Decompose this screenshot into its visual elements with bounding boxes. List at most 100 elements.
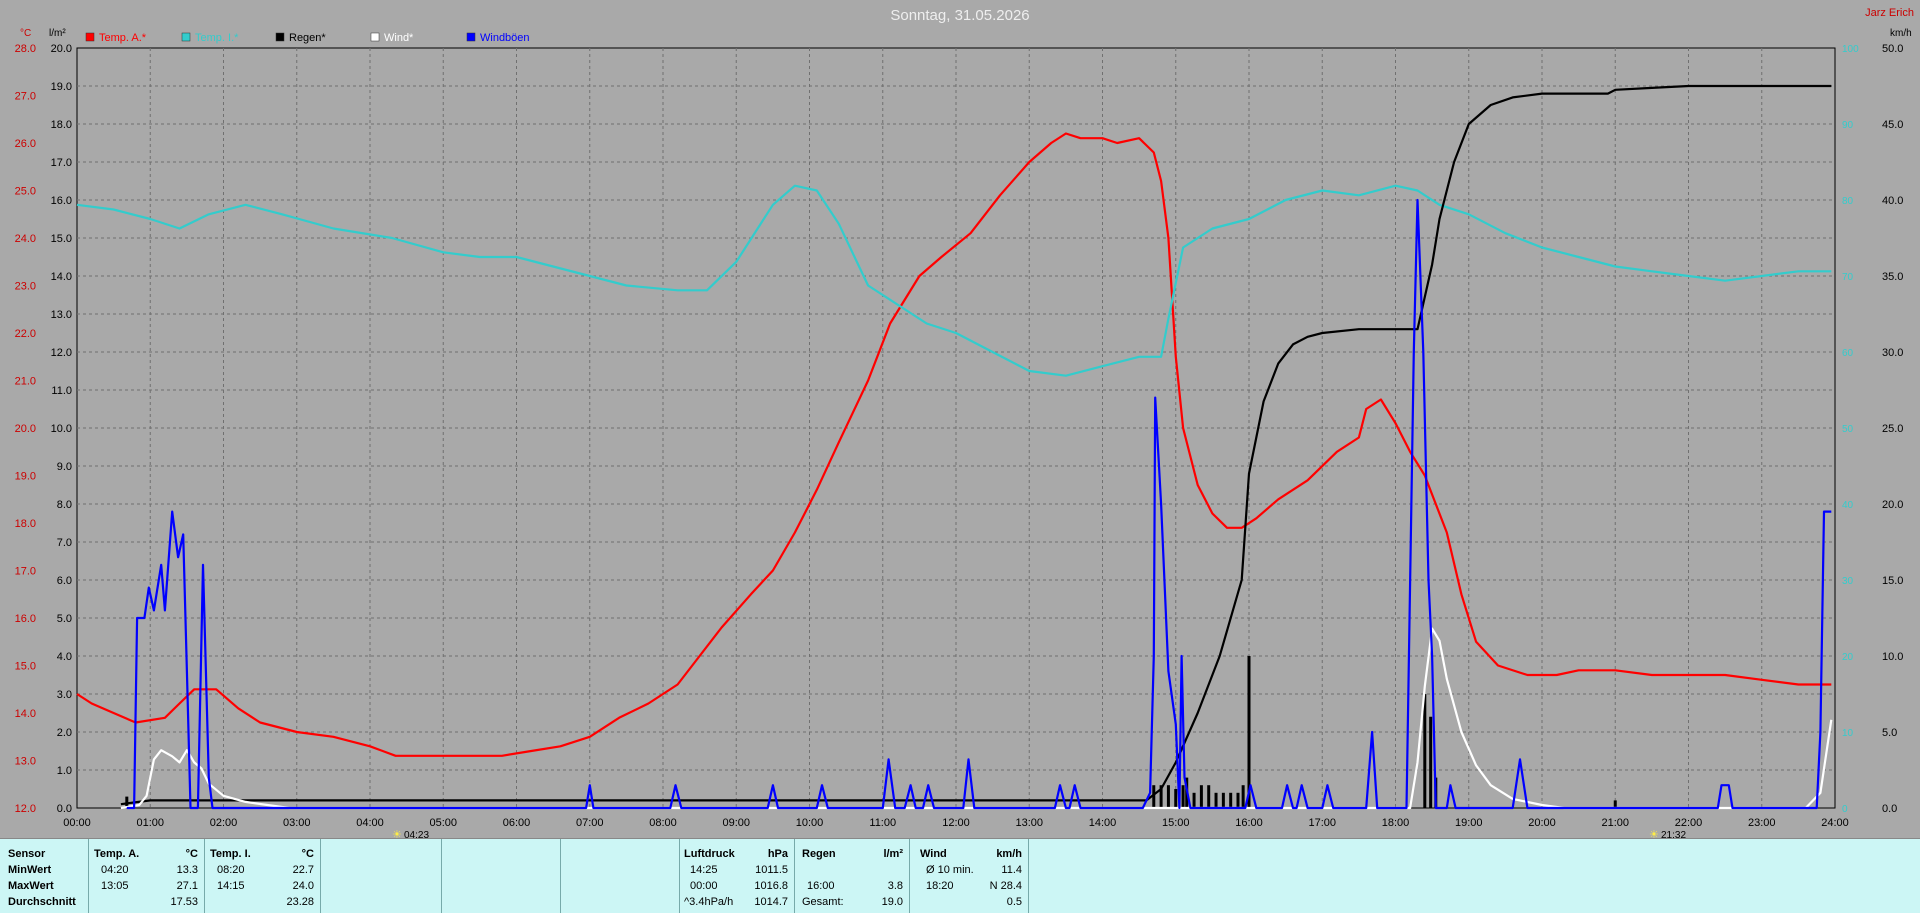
x-tick-label: 04:00 <box>356 817 384 829</box>
rate-axis: 0 10 20 30 40 50 60 70 80 90 100 <box>1842 44 1859 815</box>
rain-tick-label: 19.0 <box>51 81 72 93</box>
wind-axis: 0.0 5.0 10.0 15.0 20.0 25.0 30.0 35.0 40.0 45.0 50… <box>1882 43 1903 815</box>
legend-item: Temp. I.* <box>181 32 239 44</box>
temp-axis-unit: °C <box>20 28 31 39</box>
stats-wind-unit: km/h <box>996 848 1022 860</box>
rain-tick-label: 9.0 <box>57 461 72 473</box>
x-tick-label: 17:00 <box>1308 817 1336 829</box>
x-tick-label: 08:00 <box>649 817 677 829</box>
rate-tick-label: 10 <box>1842 728 1854 739</box>
wind-tick-label: 0.0 <box>1882 803 1897 815</box>
stats-col-temp-a: Temp. A. °C 04:20 13.3 13:05 27.1 17.53 <box>89 839 205 913</box>
temp-tick-label: 15.0 <box>15 661 36 673</box>
sunrise-marker: ☀ 04:23 <box>392 829 429 838</box>
x-tick-label: 15:00 <box>1162 817 1190 829</box>
rain-tick-label: 17.0 <box>51 157 72 169</box>
x-tick-label: 01:00 <box>136 817 164 829</box>
x-tick-label: 09:00 <box>722 817 750 829</box>
rain-tick-label: 14.0 <box>51 271 72 283</box>
rain-tick-label: 20.0 <box>51 43 72 55</box>
rain-tick-label: 16.0 <box>51 195 72 207</box>
stats-value: 0.5 <box>1006 896 1022 908</box>
rate-tick-label: 0 <box>1842 804 1848 815</box>
wind-tick-label: 15.0 <box>1882 575 1903 587</box>
wind-tick-label: 45.0 <box>1882 119 1903 131</box>
x-tick-label: 13:00 <box>1015 817 1043 829</box>
rain-axis: 0.0 1.0 2.0 3.0 4.0 5.0 6.0 7.0 8.0 9.0 10.0 11.0 12… <box>51 43 72 815</box>
wind-axis-unit: km/h <box>1890 28 1912 39</box>
stats-value: 22.7 <box>292 864 314 876</box>
stats-value: 18:20 <box>926 880 954 892</box>
stats-value: 3.8 <box>887 880 903 892</box>
legend-swatch <box>181 32 191 42</box>
rate-tick-label: 70 <box>1842 272 1854 283</box>
legend: Temp. A.* Temp. I.* Regen* Wind* Windböen <box>85 32 530 44</box>
stats-value: 11.4 <box>1001 864 1022 876</box>
rain-tick-label: 0.0 <box>57 803 72 815</box>
rain-tick-label: 13.0 <box>51 309 72 321</box>
stats-sensor-header: Sensor <box>8 848 46 860</box>
sunset-label: 21:32 <box>1661 830 1686 838</box>
wind-tick-label: 50.0 <box>1882 43 1903 55</box>
legend-swatch <box>370 32 380 42</box>
stats-value: 27.1 <box>176 880 198 892</box>
sun-icon: ☀ <box>1649 829 1659 838</box>
legend-swatch <box>275 32 285 42</box>
temp-tick-label: 17.0 <box>15 566 36 578</box>
stats-value: Ø 10 min. <box>926 864 974 876</box>
rain-tick-label: 15.0 <box>51 233 72 245</box>
stats-value: 14:15 <box>217 880 245 892</box>
stats-panel: Sensor MinWert MaxWert Durchschnitt Temp… <box>0 838 1920 913</box>
stats-col-regen: Regen l/m² 16:00 3.8 Gesamt: 19.0 <box>795 839 910 913</box>
rate-tick-label: 90 <box>1842 120 1854 131</box>
stats-value: 04:20 <box>101 864 129 876</box>
stats-temp-a-header: Temp. A. <box>94 848 140 860</box>
weather-chart: 12.0 13.0 14.0 15.0 16.0 17.0 18.0 19.0 20.0 21.0… <box>15 7 1914 838</box>
rate-tick-label: 80 <box>1842 196 1854 207</box>
stats-value: 13.3 <box>176 864 198 876</box>
legend-label: Windböen <box>480 32 530 44</box>
wind-tick-label: 35.0 <box>1882 271 1903 283</box>
temp-tick-label: 18.0 <box>15 518 36 530</box>
legend-label: Temp. I.* <box>195 32 239 44</box>
x-tick-label: 05:00 <box>429 817 457 829</box>
stats-col-temp-i: Temp. I. °C 08:20 22.7 14:15 24.0 23.28 <box>205 839 321 913</box>
rate-tick-label: 30 <box>1842 576 1854 587</box>
legend-swatch <box>85 32 95 42</box>
stats-col-empty <box>442 839 561 913</box>
stats-row-max: MaxWert <box>8 880 54 892</box>
x-tick-label: 07:00 <box>576 817 604 829</box>
rain-tick-label: 7.0 <box>57 537 72 549</box>
stats-value: 17.53 <box>170 896 198 908</box>
stats-luftdruck-unit: hPa <box>767 848 788 860</box>
rate-tick-label: 20 <box>1842 652 1854 663</box>
x-tick-label: 02:00 <box>210 817 238 829</box>
x-tick-label: 24:00 <box>1821 817 1849 829</box>
temp-tick-label: 12.0 <box>15 803 36 815</box>
stats-temp-i-header: Temp. I. <box>210 848 251 860</box>
stats-temp-a-unit: °C <box>185 848 198 860</box>
chart-title: Sonntag, 31.05.2026 <box>890 7 1029 24</box>
stats-luftdruck-header: Luftdruck <box>684 848 735 860</box>
stats-value: ^3.4hPa/h <box>684 896 734 908</box>
legend-item: Windböen <box>466 32 530 44</box>
author-label: Jarz Erich <box>1865 7 1914 19</box>
rain-tick-label: 12.0 <box>51 347 72 359</box>
x-tick-label: 16:00 <box>1235 817 1263 829</box>
temp-tick-label: 16.0 <box>15 613 36 625</box>
stats-value: 24.0 <box>292 880 314 892</box>
rain-tick-label: 6.0 <box>57 575 72 587</box>
temp-tick-label: 24.0 <box>15 233 36 245</box>
x-tick-label: 21:00 <box>1601 817 1629 829</box>
legend-swatch <box>466 32 476 42</box>
rate-tick-label: 50 <box>1842 424 1854 435</box>
stats-wind-header: Wind <box>920 848 947 860</box>
legend-label: Regen* <box>289 32 326 44</box>
rain-tick-label: 5.0 <box>57 613 72 625</box>
stats-col-empty <box>561 839 680 913</box>
rain-axis-unit: l/m² <box>49 28 66 39</box>
x-tick-label: 18:00 <box>1382 817 1410 829</box>
x-tick-label: 22:00 <box>1675 817 1703 829</box>
stats-value: 1014.7 <box>754 896 788 908</box>
wind-tick-label: 25.0 <box>1882 423 1903 435</box>
